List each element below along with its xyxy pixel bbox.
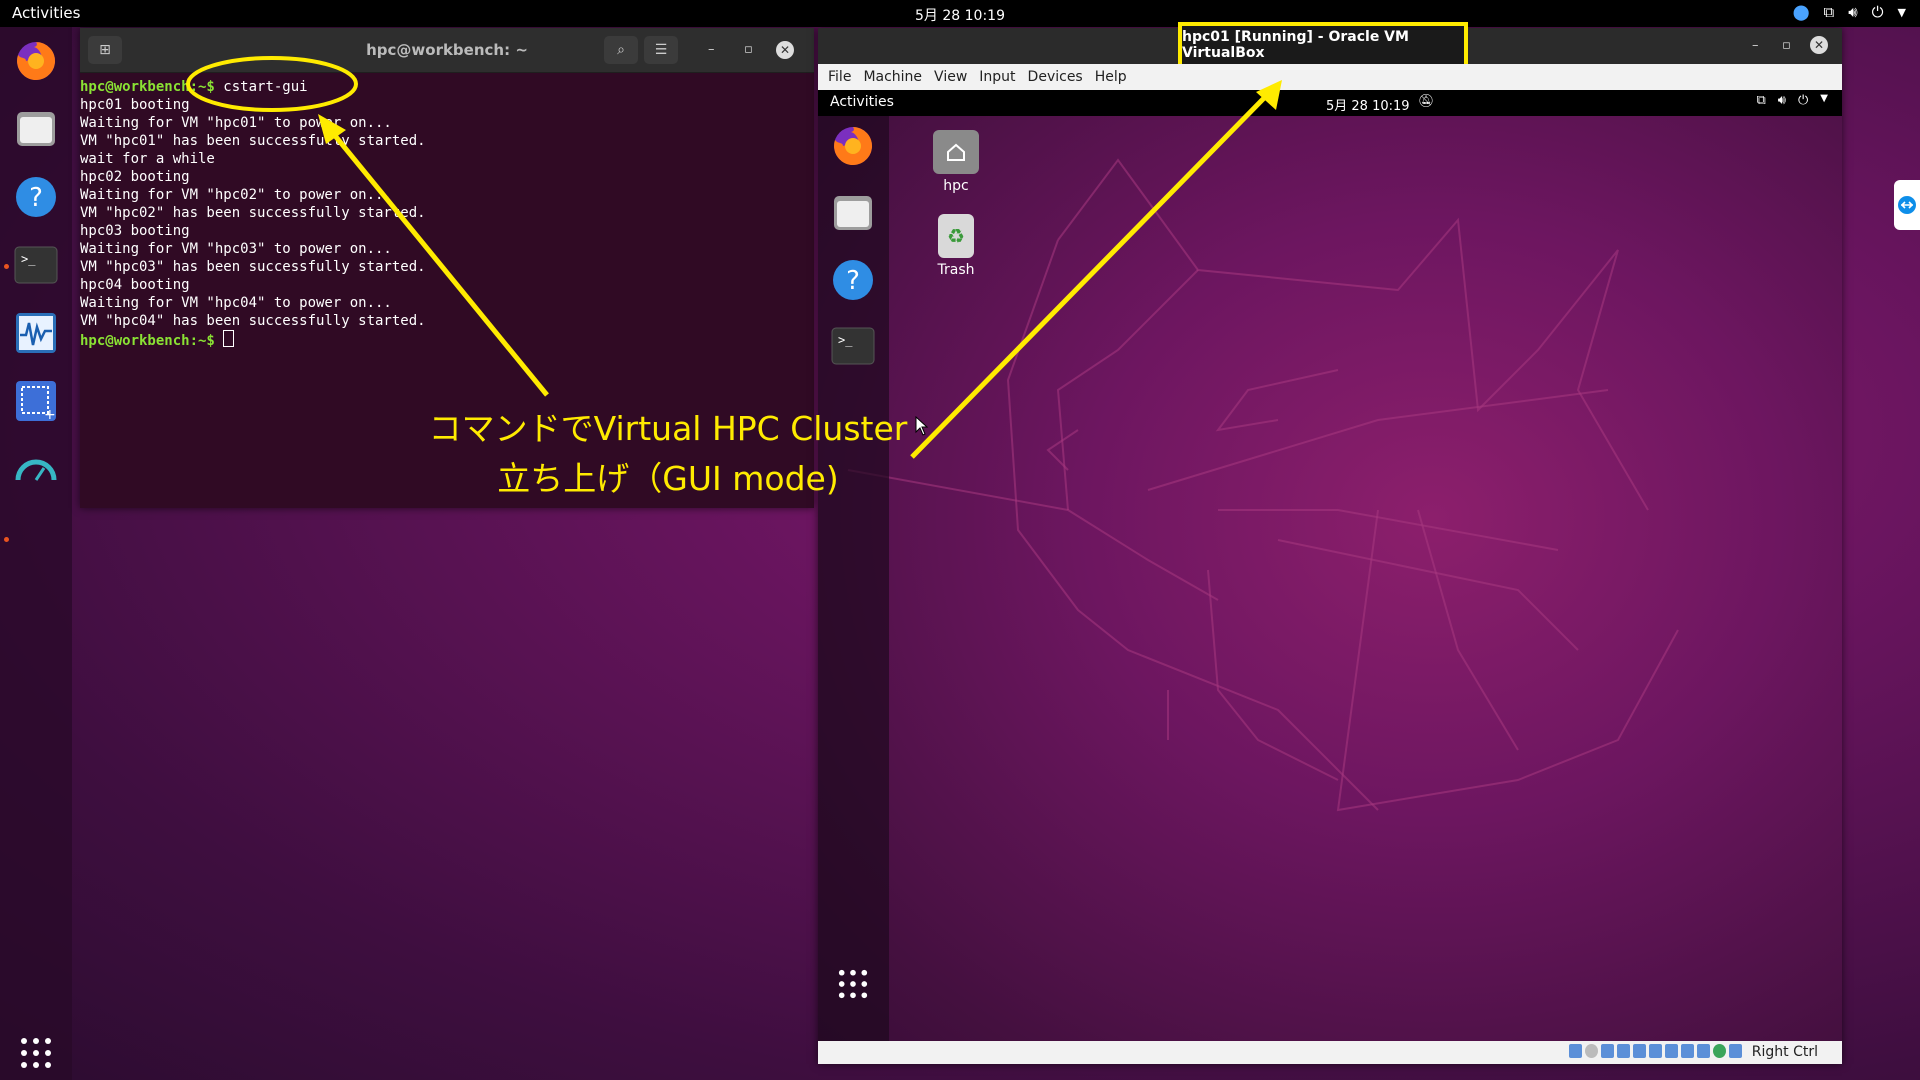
- terminal-line: Waiting for VM "hpc02" to power on...: [80, 187, 392, 203]
- guest-system-tray: ⧉ 🔊︎ ⏻ ▼: [1757, 93, 1829, 108]
- network-icon[interactable]: ⧉: [1823, 3, 1834, 21]
- text-cursor: [223, 330, 235, 347]
- menu-help[interactable]: Help: [1095, 69, 1127, 85]
- annotation-line-2: 立ち上げ（GUI mode): [497, 459, 839, 498]
- trash-icon: ♻: [938, 214, 974, 258]
- menu-input[interactable]: Input: [979, 69, 1015, 85]
- terminal-header: ⊞ hpc@workbench: ~ ⌕ ☰ – ▫ ✕: [80, 28, 814, 73]
- menu-machine[interactable]: Machine: [863, 69, 922, 85]
- terminal-line: Waiting for VM "hpc03" to power on...: [80, 241, 392, 257]
- guest-clock[interactable]: 5月 28 10:19: [1326, 95, 1410, 114]
- files-icon[interactable]: [12, 104, 60, 152]
- vbox-menubar: File Machine View Input Devices Help: [818, 64, 1842, 90]
- svg-text:>_: >_: [838, 333, 853, 347]
- system-tray: ⬤ ⧉ 🔊︎ ⏻ ▼: [1793, 3, 1906, 21]
- clock[interactable]: 5月 28 10:19: [0, 5, 1920, 25]
- desktop-icon-label: Trash: [937, 262, 975, 278]
- guest-activities-button[interactable]: Activities: [830, 94, 894, 110]
- device-status-icons[interactable]: [1569, 1044, 1742, 1058]
- files-icon[interactable]: [829, 188, 877, 236]
- close-button[interactable]: ✕: [776, 41, 794, 59]
- volume-icon[interactable]: 🔊︎: [1778, 93, 1786, 108]
- teamviewer-widget-icon[interactable]: [1894, 180, 1920, 230]
- guest-top-bar: Activities 5月 28 10:19 🔕︎ ⧉ 🔊︎ ⏻ ▼: [818, 90, 1842, 116]
- menu-devices[interactable]: Devices: [1028, 69, 1083, 85]
- svg-text:+: +: [44, 407, 56, 423]
- annotation-line-1: コマンドでVirtual HPC Cluster: [428, 409, 908, 448]
- terminal-line: Waiting for VM "hpc01" to power on...: [80, 115, 392, 131]
- terminal-line: VM "hpc01" has been successfully started…: [80, 133, 426, 149]
- svg-text:?: ?: [846, 266, 860, 296]
- svg-text:>_: >_: [21, 252, 36, 266]
- help-icon[interactable]: ?: [829, 256, 877, 304]
- firefox-icon[interactable]: [829, 122, 877, 170]
- bell-muted-icon: 🔕︎: [1418, 94, 1435, 109]
- help-icon[interactable]: ?: [12, 173, 60, 221]
- vbox-title: hpc01 [Running] - Oracle VM VirtualBox: [1178, 22, 1468, 68]
- svg-text:?: ?: [29, 183, 43, 213]
- power-icon[interactable]: ⏻: [1798, 93, 1808, 108]
- terminal-output[interactable]: hpc@workbench:~$ cstart-gui hpc01 bootin…: [80, 72, 814, 350]
- terminal-line: hpc@workbench:~$ cstart-gui: [80, 79, 308, 95]
- terminal-line: VM "hpc02" has been successfully started…: [80, 205, 426, 221]
- guest-dock: ? >_: [818, 116, 889, 1041]
- annotation-text: コマンドでVirtual HPC Cluster 立ち上げ（GUI mode): [408, 404, 928, 504]
- close-button[interactable]: ✕: [1810, 36, 1828, 54]
- terminal-prompt-line: hpc@workbench:~$: [80, 330, 235, 349]
- system-monitor-icon[interactable]: [12, 309, 60, 357]
- power-icon[interactable]: ⏻: [1872, 3, 1884, 21]
- menu-view[interactable]: View: [934, 69, 967, 85]
- show-applications-icon[interactable]: [829, 960, 877, 1008]
- volume-icon[interactable]: 🔊︎: [1848, 3, 1857, 21]
- terminal-line: Waiting for VM "hpc04" to power on...: [80, 295, 392, 311]
- terminal-line: hpc03 booting: [80, 223, 190, 239]
- host-key-label: Right Ctrl: [1751, 1044, 1818, 1060]
- guest-screen[interactable]: Activities 5月 28 10:19 🔕︎ ⧉ 🔊︎ ⏻ ▼ ? >_: [818, 90, 1842, 1041]
- chevron-down-icon[interactable]: ▼: [1898, 6, 1906, 19]
- desktop-icon-hpc[interactable]: hpc: [916, 130, 996, 194]
- running-indicator: [4, 537, 9, 542]
- vbox-titlebar: hpc01 [Running] - Oracle VM VirtualBox –…: [818, 22, 1842, 68]
- disk-usage-icon[interactable]: [12, 445, 60, 493]
- terminal-icon[interactable]: >_: [829, 322, 877, 370]
- menu-file[interactable]: File: [828, 69, 851, 85]
- firefox-icon[interactable]: [12, 37, 60, 85]
- dock: ? >_ +: [0, 27, 72, 1080]
- desktop-icon-label: hpc: [943, 178, 969, 194]
- show-applications-icon[interactable]: [12, 1029, 60, 1077]
- running-indicator: [4, 264, 9, 269]
- menu-button[interactable]: ☰: [644, 36, 678, 64]
- terminal-line: VM "hpc03" has been successfully started…: [80, 259, 426, 275]
- maximize-button[interactable]: ▫: [1782, 38, 1791, 53]
- chevron-down-icon[interactable]: ▼: [1820, 93, 1828, 108]
- vbox-statusbar: Right Ctrl: [818, 1041, 1842, 1064]
- terminal-line: hpc01 booting: [80, 97, 190, 113]
- teamviewer-tray-icon[interactable]: ⬤: [1793, 3, 1810, 21]
- top-bar: Activities 5月 28 10:19 ⬤ ⧉ 🔊︎ ⏻ ▼: [0, 0, 1920, 27]
- minimize-button[interactable]: –: [1752, 38, 1759, 53]
- maximize-button[interactable]: ▫: [744, 42, 753, 57]
- network-icon[interactable]: ⧉: [1757, 93, 1766, 108]
- search-button[interactable]: ⌕: [604, 36, 638, 64]
- screenshot-icon[interactable]: +: [12, 377, 60, 425]
- terminal-line: hpc02 booting: [80, 169, 190, 185]
- terminal-line: wait for a while: [80, 151, 215, 167]
- terminal-line: hpc04 booting: [80, 277, 190, 293]
- terminal-title: hpc@workbench: ~: [366, 41, 528, 59]
- desktop-icon-trash[interactable]: ♻ Trash: [916, 214, 996, 278]
- virtualbox-window: hpc01 [Running] - Oracle VM VirtualBox –…: [818, 22, 1842, 1064]
- home-folder-icon: [933, 130, 979, 174]
- terminal-icon[interactable]: >_: [12, 241, 60, 289]
- terminal-line: VM "hpc04" has been successfully started…: [80, 313, 426, 329]
- minimize-button[interactable]: –: [708, 42, 715, 57]
